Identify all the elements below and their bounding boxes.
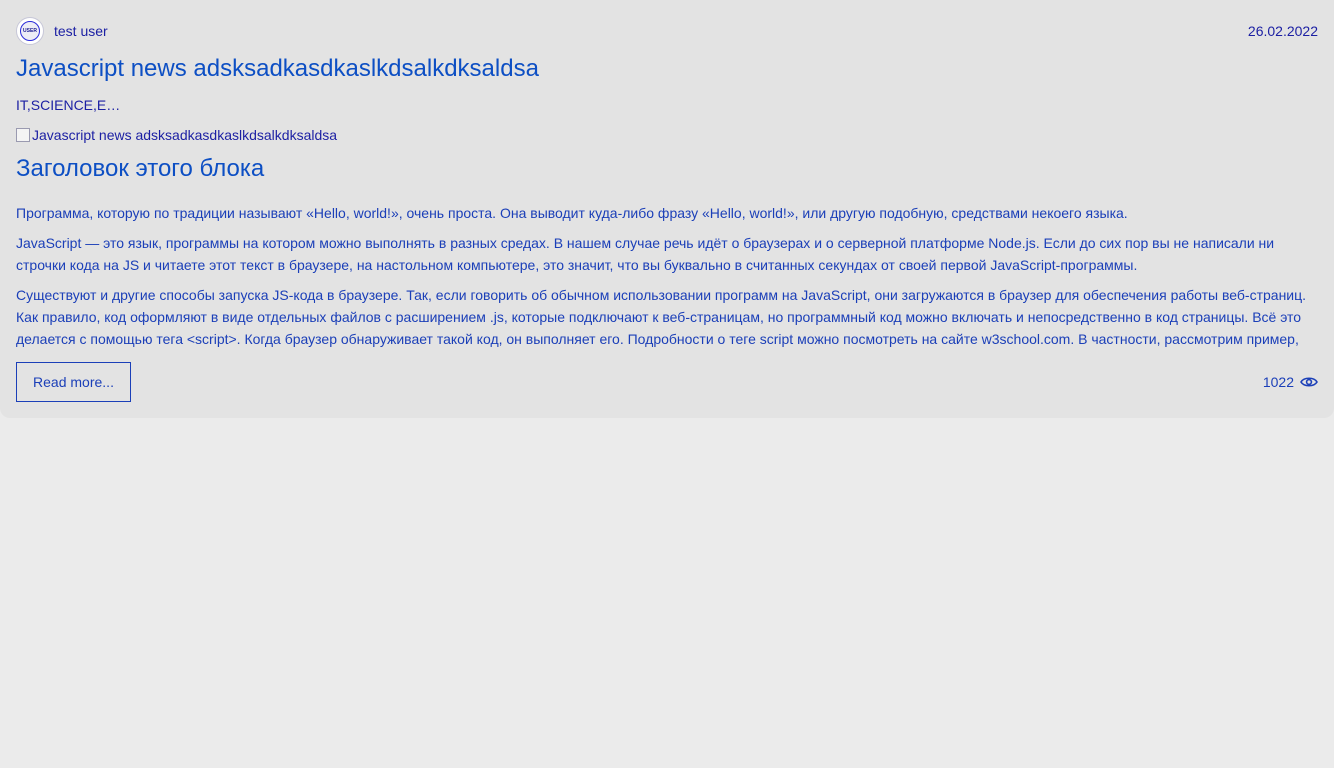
post-header: USER test user 26.02.2022 xyxy=(16,16,1318,46)
views-counter: 1022 xyxy=(1263,372,1318,392)
read-more-button[interactable]: Read more... xyxy=(16,362,131,402)
post-paragraph: Существуют и другие способы запуска JS-к… xyxy=(16,287,1307,347)
block-title: Заголовок этого блока xyxy=(16,155,265,182)
post-image: Javascript news adsksadkasdkaslkdsalkdks… xyxy=(16,126,337,144)
post-date: 26.02.2022 xyxy=(1247,23,1318,39)
author-info[interactable]: USER test user xyxy=(16,17,108,45)
post-body: Программа, которую по традиции называют … xyxy=(16,202,1314,350)
avatar-badge: USER xyxy=(20,21,40,41)
eye-icon xyxy=(1300,377,1318,387)
avatar[interactable]: USER xyxy=(16,17,44,45)
broken-image-icon xyxy=(16,128,30,142)
post-paragraph: Программа, которую по традиции называют … xyxy=(16,205,1128,221)
post-paragraph: JavaScript — это язык, программы на кото… xyxy=(16,235,1275,273)
views-count: 1022 xyxy=(1262,374,1294,390)
post-title[interactable]: Javascript news adsksadkasdkaslkdsalkdks… xyxy=(16,54,539,84)
author-name[interactable]: test user xyxy=(54,23,108,39)
post-image-alt: Javascript news adsksadkasdkaslkdsalkdks… xyxy=(32,127,338,143)
post-card: USER test user 26.02.2022 Javascript new… xyxy=(0,0,1334,418)
post-tags: IT,SCIENCE,ECONOMY xyxy=(16,97,130,113)
